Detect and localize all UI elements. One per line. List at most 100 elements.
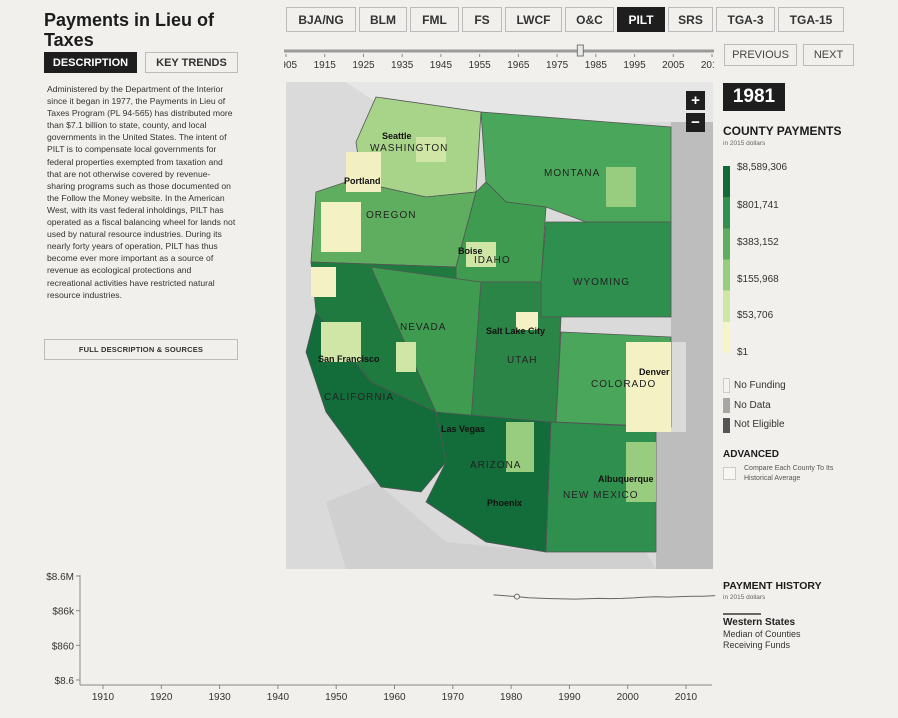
tab-description[interactable]: DESCRIPTION	[44, 52, 137, 73]
y-ticks: $8.6M $86k $860 $8.6	[46, 572, 80, 687]
x-tick-label: 1920	[150, 692, 173, 703]
city-las-vegas: Las Vegas	[441, 424, 486, 434]
key-swatch-no-funding	[723, 378, 730, 393]
county-patch	[346, 152, 381, 192]
advanced-option-label: Compare Each County To Its Historical Av…	[744, 465, 834, 482]
city-seattle: Seattle	[382, 131, 412, 141]
x-tick-label: 1910	[92, 692, 115, 703]
advanced-title: ADVANCED	[723, 449, 779, 460]
slider-ticks: 1905 1915 1925 1935 1945 1955 1965 1975 1985 1995…	[284, 54, 714, 71]
legend-subtitle: in 2015 dollars	[723, 140, 766, 147]
year-slider[interactable]: 1905 1915 1925 1935 1945 1955 1965 1975 1985 1995…	[284, 44, 714, 74]
legend-title: COUNTY PAYMENTS	[723, 124, 842, 138]
x-tick-label: 1930	[208, 692, 231, 703]
tab-key-trends[interactable]: KEY TRENDS	[145, 52, 238, 73]
label-nevada: NEVADA	[400, 322, 447, 333]
county-patch	[321, 202, 361, 252]
state-wyoming[interactable]	[540, 221, 672, 318]
legend-break: $801,741	[737, 200, 779, 211]
x-tick-label: 1960	[383, 692, 406, 703]
program-tabs: BJA/NG BLM FML FS LWCF O&C PILT SRS TGA-…	[286, 7, 847, 32]
slider-tick-label: 1915	[314, 60, 337, 71]
next-button[interactable]: NEXT	[803, 44, 854, 66]
key-swatch-no-data	[723, 398, 730, 413]
history-series-desc-2: Receiving Funds	[723, 640, 791, 650]
zoom-in-button[interactable]: +	[686, 91, 705, 110]
program-tab-srs[interactable]: SRS	[668, 7, 713, 32]
program-tab-pilt[interactable]: PILT	[617, 7, 665, 32]
city-boise: Boise	[458, 246, 483, 256]
city-phoenix: Phoenix	[487, 498, 523, 508]
x-ticks: 1910 1920 1930 1940 1950 1960 1970 1980 1990 2000…	[92, 685, 698, 703]
label-colorado: COLORADO	[591, 379, 657, 390]
slider-tick-label: 1965	[507, 60, 530, 71]
history-series-swatch	[723, 613, 761, 615]
description-tabs: DESCRIPTION KEY TRENDS	[44, 52, 238, 73]
y-tick-label: $8.6	[55, 676, 75, 687]
y-tick-label: $86k	[52, 607, 75, 618]
city-albuquerque: Albuquerque	[598, 474, 654, 484]
history-series-title: Western States	[723, 617, 796, 628]
history-series-desc-1: Median of Counties	[723, 629, 801, 639]
legend-break: $155,968	[737, 274, 779, 285]
zoom-out-button[interactable]: −	[686, 113, 705, 132]
year-badge: 1981	[723, 83, 785, 111]
x-tick-label: 1990	[558, 692, 581, 703]
legend-break: $8,589,306	[737, 162, 788, 173]
y-tick-label: $860	[52, 641, 75, 652]
program-tab-bja-ng[interactable]: BJA/NG	[286, 7, 356, 32]
label-california: CALIFORNIA	[324, 392, 395, 403]
program-tab-tga-3[interactable]: TGA-3	[716, 7, 775, 32]
slider-tick-label: 1985	[585, 60, 608, 71]
slider-tick-label: 1945	[430, 60, 453, 71]
legend-break: $53,706	[737, 310, 774, 321]
key-label-no-data: No Data	[734, 400, 771, 411]
label-wyoming: WYOMING	[573, 277, 630, 288]
slider-tick-label: 1955	[469, 60, 492, 71]
key-label-no-funding: No Funding	[734, 380, 786, 391]
county-patch	[396, 342, 416, 372]
y-tick-label: $8.6M	[46, 572, 74, 583]
series-line-western-states	[493, 594, 716, 600]
legend-break: $383,152	[737, 237, 779, 248]
key-label-not-eligible: Not Eligible	[734, 419, 785, 430]
slider-tick-label: 1995	[623, 60, 646, 71]
city-salt-lake-city: Salt Lake City	[486, 326, 546, 336]
program-tab-oc[interactable]: O&C	[565, 7, 614, 32]
payment-history-chart[interactable]: $8.6M$86k$860$8.6 1910 1920 1930 1940 1950 19…	[0, 570, 720, 718]
program-tab-fs[interactable]: FS	[462, 7, 502, 32]
page-title: Payments in Lieu of Taxes	[44, 10, 215, 50]
x-tick-label: 1950	[325, 692, 348, 703]
x-tick-label: 1970	[442, 692, 465, 703]
description-text: Administered by the Department of the In…	[47, 84, 236, 300]
program-tab-lwcf[interactable]: LWCF	[505, 7, 562, 32]
label-montana: MONTANA	[544, 168, 601, 179]
county-patch	[311, 267, 336, 297]
x-tick-label: 2000	[617, 692, 640, 703]
x-tick-label: 1940	[267, 692, 290, 703]
county-map[interactable]: WASHINGTON MONTANA OREGON IDAHO WYOMING …	[286, 82, 713, 569]
slider-tick-label: 1975	[546, 60, 569, 71]
legend-color-bar	[723, 166, 730, 353]
program-tab-blm[interactable]: BLM	[359, 7, 407, 32]
previous-button[interactable]: PREVIOUS	[724, 44, 797, 66]
history-subtitle: in 2015 dollars	[723, 594, 766, 601]
label-new-mexico: NEW MEXICO	[563, 490, 639, 501]
label-washington: WASHINGTON	[370, 143, 449, 154]
history-title: PAYMENT HISTORY	[723, 580, 822, 592]
x-tick-label: 1980	[500, 692, 523, 703]
label-arizona: ARIZONA	[470, 460, 522, 471]
city-san-francisco: San Francisco	[318, 354, 380, 364]
slider-tick-label: 2005	[662, 60, 685, 71]
label-oregon: OREGON	[366, 210, 417, 221]
slider-handle[interactable]	[576, 44, 584, 57]
program-tab-tga-15[interactable]: TGA-15	[778, 7, 844, 32]
full-description-button[interactable]: FULL DESCRIPTION & SOURCES	[44, 339, 238, 360]
slider-tick-label: 1905	[284, 60, 298, 71]
slider-tick-label: 1925	[352, 60, 375, 71]
program-tab-fml[interactable]: FML	[410, 7, 459, 32]
city-portland: Portland	[344, 176, 381, 186]
advanced-checkbox[interactable]	[723, 467, 736, 480]
label-utah: UTAH	[507, 355, 538, 366]
city-denver: Denver	[639, 367, 670, 377]
